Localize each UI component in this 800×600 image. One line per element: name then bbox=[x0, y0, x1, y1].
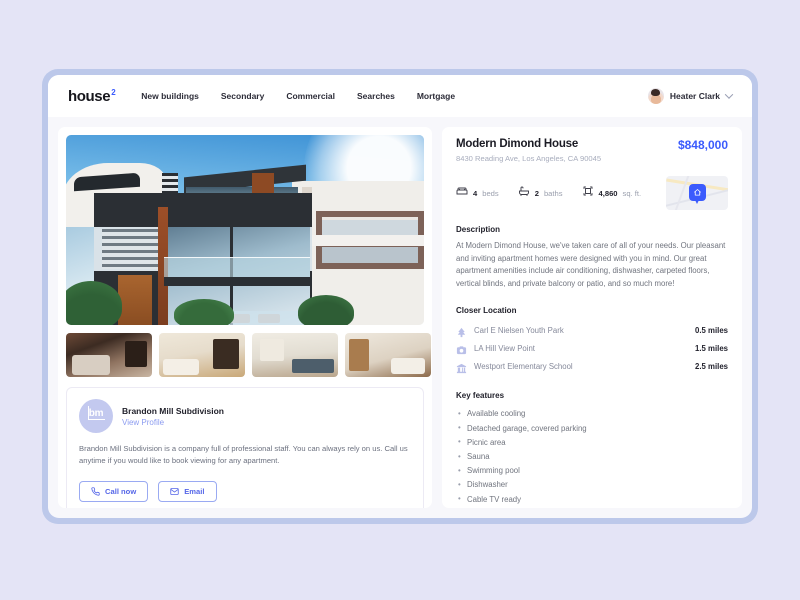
spec-area-unit: sq. ft. bbox=[622, 188, 642, 198]
envelope-icon bbox=[170, 487, 179, 496]
location-name: Westport Elementary School bbox=[474, 362, 573, 372]
agent-card: bm Brandon Mill Subdivision View Profile… bbox=[66, 387, 424, 508]
property-details-card: Modern Dimond House 8430 Reading Ave, Lo… bbox=[442, 127, 742, 508]
nav-item-mortgage[interactable]: Mortgage bbox=[417, 91, 455, 101]
shrub-plant bbox=[298, 295, 354, 325]
front-door bbox=[118, 275, 152, 325]
spec-beds-unit: beds bbox=[482, 188, 499, 198]
logo-bar-horizontal bbox=[88, 419, 105, 421]
nav-item-secondary[interactable]: Secondary bbox=[221, 91, 264, 101]
chevron-down-icon bbox=[724, 90, 734, 99]
key-feature-item: Swimming pool bbox=[456, 464, 728, 478]
location-item[interactable]: Westport Elementary School 2.5 miles bbox=[456, 358, 728, 376]
thumbnail-strip bbox=[66, 333, 431, 377]
glass-balcony bbox=[164, 257, 310, 279]
agent-action-buttons: Call now Email bbox=[79, 480, 411, 502]
bathtub-icon bbox=[518, 184, 530, 202]
brand-name: house bbox=[68, 87, 111, 105]
spec-baths: 2 baths bbox=[518, 184, 563, 202]
agent-description: Brandon Mill Subdivision is a company fu… bbox=[79, 444, 408, 466]
closer-location-heading: Closer Location bbox=[456, 305, 517, 315]
key-features-heading: Key features bbox=[456, 390, 505, 400]
user-name: Heater Clark bbox=[669, 91, 720, 101]
bed-icon bbox=[456, 184, 468, 202]
louver-screen bbox=[102, 229, 158, 269]
brand-superscript: 2 bbox=[111, 87, 116, 97]
spec-beds: 4 beds bbox=[456, 184, 499, 202]
spec-area-value: 4,860 bbox=[598, 188, 618, 198]
window-content: house2 New buildings Secondary Commercia… bbox=[48, 75, 752, 518]
phone-icon bbox=[91, 486, 100, 496]
key-feature-item: Picnic area bbox=[456, 435, 728, 449]
location-name: Carl E Nielsen Youth Park bbox=[474, 326, 564, 336]
tree-icon bbox=[456, 325, 467, 338]
neighbor-window-lower bbox=[322, 247, 418, 263]
map-pin-house-icon bbox=[689, 184, 706, 204]
spec-area: 4,860 sq. ft. bbox=[582, 184, 642, 202]
property-heading: Modern Dimond House 8430 Reading Ave, Lo… bbox=[456, 138, 601, 163]
email-label: Email bbox=[184, 486, 205, 496]
location-item[interactable]: Carl E Nielsen Youth Park 0.5 miles bbox=[456, 322, 728, 340]
agent-identity: Brandon Mill Subdivision View Profile bbox=[122, 406, 224, 427]
palm-plant bbox=[66, 281, 122, 325]
key-feature-item: Cable TV ready bbox=[456, 492, 728, 506]
property-price: $848,000 bbox=[677, 138, 728, 152]
view-profile-link[interactable]: View Profile bbox=[122, 418, 224, 427]
specs-list: 4 beds 2 baths 4,860 sq. ft. bbox=[456, 184, 641, 202]
call-now-label: Call now bbox=[105, 486, 137, 496]
location-item[interactable]: LA Hill View Point 1.5 miles bbox=[456, 340, 728, 358]
key-features-list: Available cooling Detached garage, cover… bbox=[456, 407, 728, 506]
gallery-and-agent-card: bm Brandon Mill Subdivision View Profile… bbox=[58, 127, 432, 508]
brand-logo[interactable]: house2 bbox=[68, 87, 116, 105]
property-title-row: Modern Dimond House 8430 Reading Ave, Lo… bbox=[456, 138, 728, 163]
email-button[interactable]: Email bbox=[158, 480, 217, 502]
spec-baths-unit: baths bbox=[543, 188, 563, 198]
location-distance: 1.5 miles bbox=[695, 344, 728, 354]
description-heading: Description bbox=[456, 225, 501, 234]
school-icon bbox=[456, 361, 467, 374]
key-feature-item: Available cooling bbox=[456, 407, 728, 421]
property-address: 8430 Reading Ave, Los Angeles, CA 90045 bbox=[456, 154, 602, 163]
top-navigation-bar: house2 New buildings Secondary Commercia… bbox=[48, 75, 752, 117]
thumbnail-bedroom[interactable] bbox=[159, 333, 245, 377]
balcony-slab bbox=[164, 277, 310, 286]
page-body: bm Brandon Mill Subdivision View Profile… bbox=[48, 117, 752, 518]
patio-chair bbox=[258, 314, 280, 323]
property-specs-row: 4 beds 2 baths 4,860 sq. ft. bbox=[456, 176, 728, 210]
agent-name: Brandon Mill Subdivision bbox=[122, 405, 224, 416]
thumbnail-living-room[interactable] bbox=[66, 333, 152, 377]
user-menu[interactable]: Heater Clark bbox=[647, 88, 734, 104]
neighbor-window-upper bbox=[322, 217, 418, 235]
nav-item-searches[interactable]: Searches bbox=[357, 91, 395, 101]
key-feature-item: Sauna bbox=[456, 449, 728, 463]
nav-item-new-buildings[interactable]: New buildings bbox=[141, 91, 199, 101]
location-distance: 0.5 miles bbox=[695, 326, 728, 336]
spec-baths-value: 2 bbox=[534, 188, 539, 198]
nav-item-commercial[interactable]: Commercial bbox=[286, 91, 335, 101]
key-feature-item: Detached garage, covered parking bbox=[456, 421, 728, 435]
shrub-plant bbox=[174, 299, 234, 325]
thumbnail-kitchen[interactable] bbox=[252, 333, 338, 377]
closer-location-list: Carl E Nielsen Youth Park 0.5 miles LA H… bbox=[456, 322, 728, 376]
agent-logo: bm bbox=[79, 399, 113, 433]
call-now-button[interactable]: Call now bbox=[79, 480, 149, 502]
agent-logo-text: bm bbox=[88, 408, 104, 419]
browser-window-frame: house2 New buildings Secondary Commercia… bbox=[42, 69, 758, 524]
map-thumbnail[interactable] bbox=[666, 176, 728, 210]
avatar bbox=[647, 88, 664, 104]
key-feature-item: Dishwasher bbox=[456, 478, 728, 492]
property-title: Modern Dimond House bbox=[456, 138, 579, 150]
area-icon bbox=[582, 184, 594, 202]
nav-links: New buildings Secondary Commercial Searc… bbox=[141, 91, 455, 101]
thumbnail-bedroom-shelving[interactable] bbox=[345, 333, 431, 377]
hero-property-image[interactable] bbox=[66, 135, 424, 325]
camera-icon bbox=[456, 343, 467, 355]
location-name: LA Hill View Point bbox=[474, 344, 535, 354]
description-text: At Modern Dimond House, we've taken care… bbox=[456, 241, 726, 289]
location-distance: 2.5 miles bbox=[695, 362, 728, 372]
agent-header: bm Brandon Mill Subdivision View Profile bbox=[79, 399, 411, 433]
spec-beds-value: 4 bbox=[473, 188, 478, 198]
